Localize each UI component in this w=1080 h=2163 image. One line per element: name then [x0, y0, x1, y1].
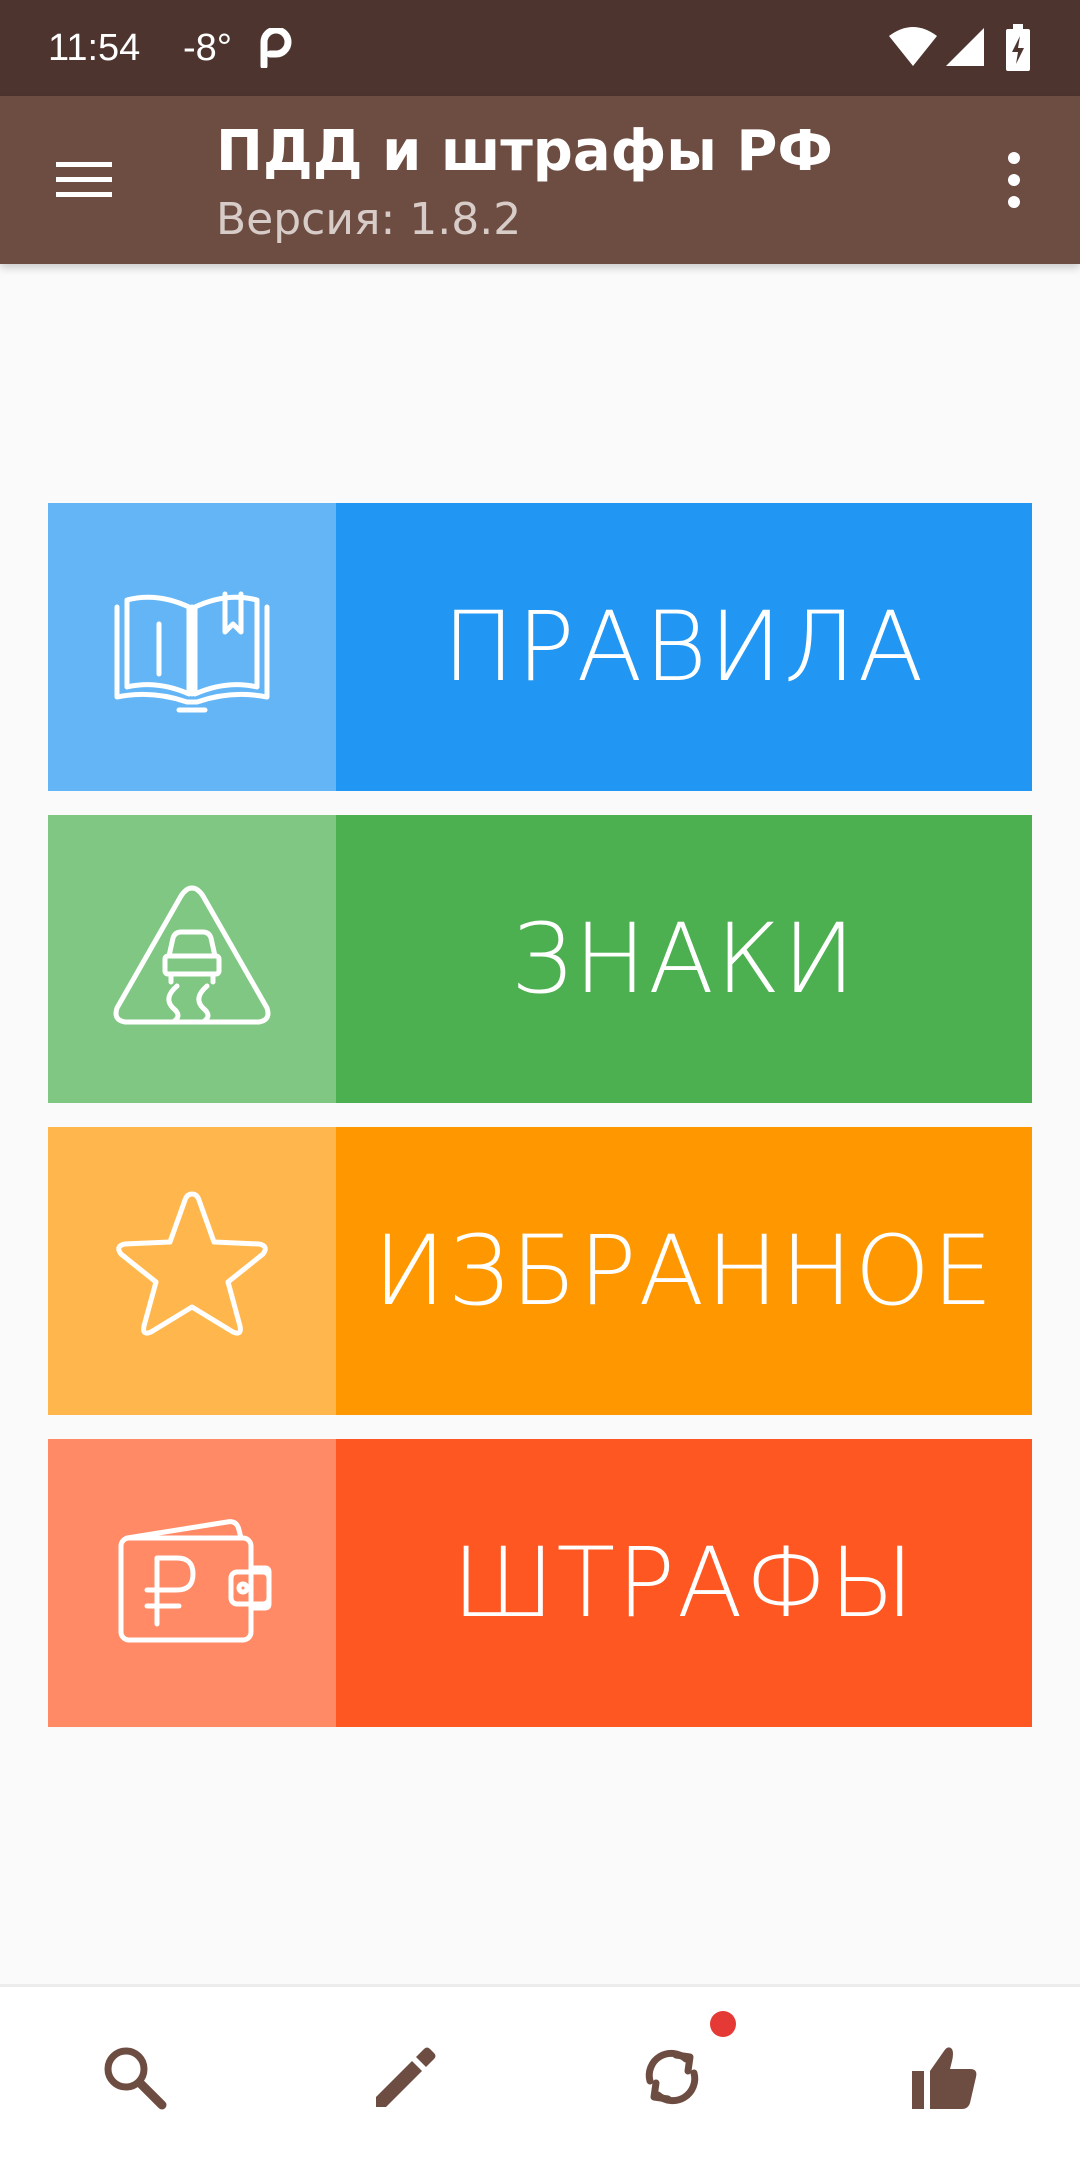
app-bar: ПДД и штрафы РФ Версия: 1.8.2 [0, 96, 1080, 264]
ruble-wallet-icon [118, 1519, 272, 1643]
favorites-tile-label: ИЗБРАННОЕ [373, 1215, 995, 1327]
menu-icon [56, 162, 112, 197]
signs-tile[interactable]: ЗНАКИ [48, 815, 1032, 1103]
signs-tile-icon-box [48, 815, 336, 1103]
pencil-icon [376, 2047, 436, 2107]
menu-button[interactable] [30, 136, 138, 224]
status-bar: 11:54 -8° [0, 0, 1080, 96]
signs-tile-label: ЗНАКИ [510, 903, 858, 1015]
thumbs-up-icon [912, 2047, 977, 2109]
favorites-tile[interactable]: ИЗБРАННОЕ [48, 1127, 1032, 1415]
rules-tile[interactable]: ПРАВИЛА [48, 503, 1032, 791]
star-icon [116, 1191, 268, 1336]
cell-signal-icon [946, 28, 984, 66]
fines-tile-label-box: ШТРАФЫ [336, 1439, 1032, 1727]
wifi-icon [889, 27, 937, 66]
sync-notification-badge [710, 2011, 736, 2037]
overflow-menu-button[interactable] [984, 136, 1044, 224]
bottom-navigation [0, 1984, 1080, 2163]
rules-tile-label: ПРАВИЛА [442, 591, 926, 703]
battery-charging-icon [1006, 24, 1030, 71]
p-app-icon [260, 28, 292, 68]
edit-button[interactable] [342, 2017, 462, 2137]
signs-tile-label-box: ЗНАКИ [336, 815, 1032, 1103]
overflow-menu-icon [1008, 152, 1020, 208]
fines-tile[interactable]: ШТРАФЫ [48, 1439, 1032, 1727]
rules-tile-icon-box [48, 503, 336, 791]
fines-tile-icon-box [48, 1439, 336, 1727]
rules-tile-label-box: ПРАВИЛА [336, 503, 1032, 791]
app-title: ПДД и штрафы РФ [216, 119, 833, 184]
app-version: Версия: 1.8.2 [216, 194, 522, 245]
sync-icon [645, 2049, 699, 2105]
slippery-road-sign-icon [113, 885, 271, 1025]
search-button[interactable] [74, 2017, 194, 2137]
fines-tile-label: ШТРАФЫ [451, 1527, 916, 1639]
favorites-tile-icon-box [48, 1127, 336, 1415]
search-icon [104, 2047, 167, 2110]
status-time: 11:54 [48, 27, 141, 69]
favorites-tile-label-box: ИЗБРАННОЕ [336, 1127, 1032, 1415]
open-book-icon [114, 591, 270, 713]
status-temperature: -8° [183, 27, 232, 69]
sync-button[interactable] [612, 2017, 732, 2137]
like-button[interactable] [884, 2017, 1004, 2137]
